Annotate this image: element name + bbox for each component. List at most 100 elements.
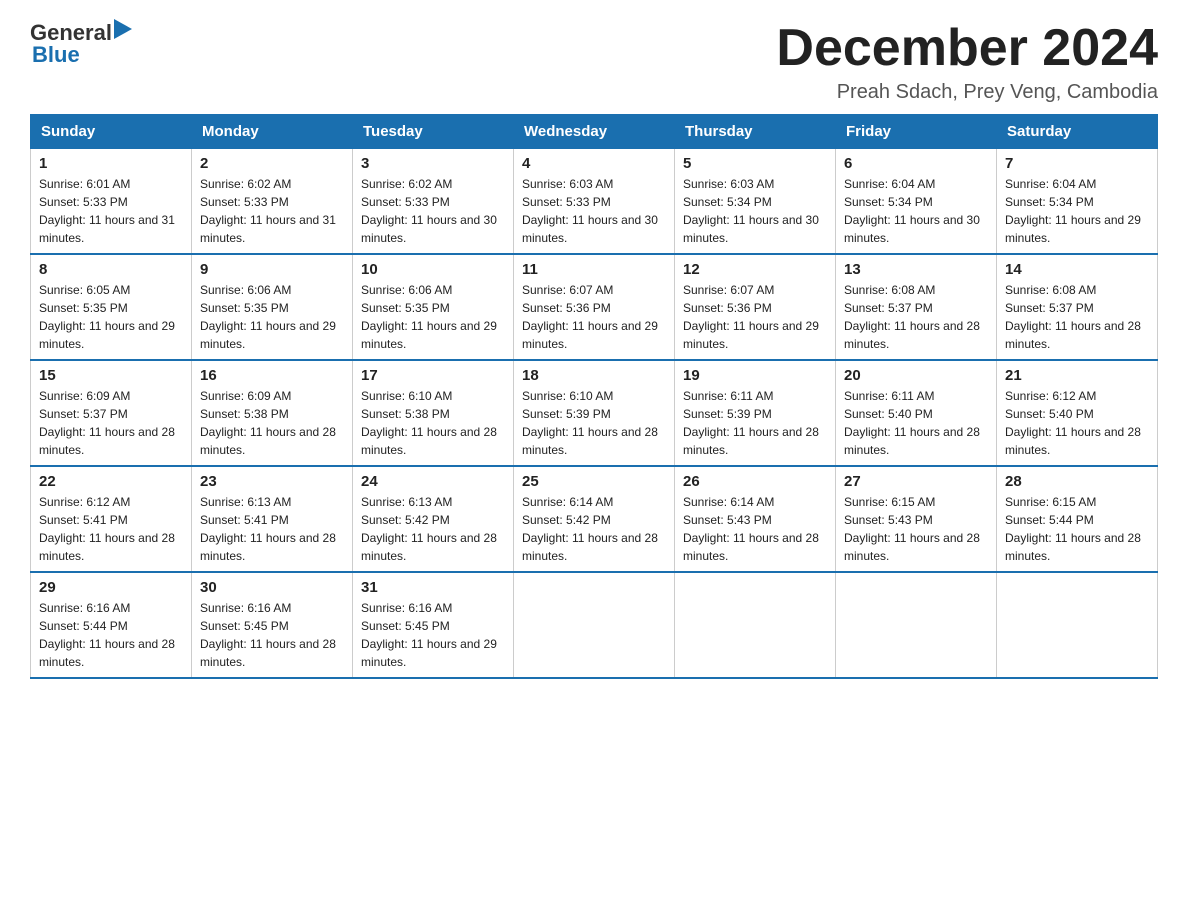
logo-icon: General Blue xyxy=(30,20,132,68)
day-number: 11 xyxy=(522,261,666,278)
day-info: Sunrise: 6:16 AMSunset: 5:45 PMDaylight:… xyxy=(361,599,505,671)
calendar-day-cell: 21 Sunrise: 6:12 AMSunset: 5:40 PMDayligh… xyxy=(997,360,1158,466)
calendar-day-cell: 26 Sunrise: 6:14 AMSunset: 5:43 PMDayligh… xyxy=(675,466,836,572)
title-block: December 2024 Preah Sdach, Prey Veng, Ca… xyxy=(776,20,1158,104)
day-number: 9 xyxy=(200,261,344,278)
day-number: 21 xyxy=(1005,367,1149,384)
day-number: 30 xyxy=(200,579,344,596)
day-number: 17 xyxy=(361,367,505,384)
calendar-day-cell: 10 Sunrise: 6:06 AMSunset: 5:35 PMDayligh… xyxy=(353,254,514,360)
day-number: 3 xyxy=(361,155,505,172)
day-info: Sunrise: 6:12 AMSunset: 5:40 PMDaylight:… xyxy=(1005,387,1149,459)
calendar-header-row: SundayMondayTuesdayWednesdayThursdayFrid… xyxy=(31,115,1158,149)
day-number: 2 xyxy=(200,155,344,172)
day-number: 10 xyxy=(361,261,505,278)
day-number: 14 xyxy=(1005,261,1149,278)
calendar-day-cell: 14 Sunrise: 6:08 AMSunset: 5:37 PMDayligh… xyxy=(997,254,1158,360)
day-number: 25 xyxy=(522,473,666,490)
calendar-empty-cell xyxy=(514,572,675,678)
day-number: 31 xyxy=(361,579,505,596)
calendar-day-cell: 22 Sunrise: 6:12 AMSunset: 5:41 PMDayligh… xyxy=(31,466,192,572)
calendar-day-cell: 15 Sunrise: 6:09 AMSunset: 5:37 PMDayligh… xyxy=(31,360,192,466)
logo: General Blue xyxy=(30,20,136,68)
day-number: 7 xyxy=(1005,155,1149,172)
day-info: Sunrise: 6:15 AMSunset: 5:44 PMDaylight:… xyxy=(1005,493,1149,565)
day-number: 18 xyxy=(522,367,666,384)
day-number: 12 xyxy=(683,261,827,278)
day-info: Sunrise: 6:15 AMSunset: 5:43 PMDaylight:… xyxy=(844,493,988,565)
day-info: Sunrise: 6:11 AMSunset: 5:39 PMDaylight:… xyxy=(683,387,827,459)
calendar-day-cell: 28 Sunrise: 6:15 AMSunset: 5:44 PMDayligh… xyxy=(997,466,1158,572)
day-info: Sunrise: 6:08 AMSunset: 5:37 PMDaylight:… xyxy=(1005,281,1149,353)
day-number: 19 xyxy=(683,367,827,384)
header-monday: Monday xyxy=(192,115,353,149)
day-number: 5 xyxy=(683,155,827,172)
day-number: 13 xyxy=(844,261,988,278)
calendar-day-cell: 9 Sunrise: 6:06 AMSunset: 5:35 PMDaylight… xyxy=(192,254,353,360)
day-info: Sunrise: 6:04 AMSunset: 5:34 PMDaylight:… xyxy=(844,175,988,247)
calendar-empty-cell xyxy=(997,572,1158,678)
day-number: 27 xyxy=(844,473,988,490)
day-number: 28 xyxy=(1005,473,1149,490)
day-info: Sunrise: 6:09 AMSunset: 5:37 PMDaylight:… xyxy=(39,387,183,459)
calendar-week-row: 8Sunrise: 6:05 AMSunset: 5:35 PMDaylight… xyxy=(31,254,1158,360)
day-info: Sunrise: 6:10 AMSunset: 5:39 PMDaylight:… xyxy=(522,387,666,459)
calendar-day-cell: 3 Sunrise: 6:02 AMSunset: 5:33 PMDaylight… xyxy=(353,149,514,255)
calendar-day-cell: 16Sunrise: 6:09 AMSunset: 5:38 PMDayligh… xyxy=(192,360,353,466)
day-number: 29 xyxy=(39,579,183,596)
day-info: Sunrise: 6:09 AMSunset: 5:38 PMDaylight:… xyxy=(200,387,344,459)
day-info: Sunrise: 6:01 AMSunset: 5:33 PMDaylight:… xyxy=(39,175,183,247)
calendar-day-cell: 23Sunrise: 6:13 AMSunset: 5:41 PMDayligh… xyxy=(192,466,353,572)
calendar-day-cell: 17 Sunrise: 6:10 AMSunset: 5:38 PMDayligh… xyxy=(353,360,514,466)
month-title: December 2024 xyxy=(776,20,1158,77)
day-info: Sunrise: 6:02 AMSunset: 5:33 PMDaylight:… xyxy=(361,175,505,247)
calendar-day-cell: 1 Sunrise: 6:01 AMSunset: 5:33 PMDaylight… xyxy=(31,149,192,255)
day-info: Sunrise: 6:14 AMSunset: 5:42 PMDaylight:… xyxy=(522,493,666,565)
day-info: Sunrise: 6:06 AMSunset: 5:35 PMDaylight:… xyxy=(361,281,505,353)
day-number: 1 xyxy=(39,155,183,172)
day-info: Sunrise: 6:16 AMSunset: 5:44 PMDaylight:… xyxy=(39,599,183,671)
header-friday: Friday xyxy=(836,115,997,149)
day-number: 24 xyxy=(361,473,505,490)
calendar-week-row: 29 Sunrise: 6:16 AMSunset: 5:44 PMDayligh… xyxy=(31,572,1158,678)
day-number: 22 xyxy=(39,473,183,490)
day-number: 26 xyxy=(683,473,827,490)
header-sunday: Sunday xyxy=(31,115,192,149)
day-info: Sunrise: 6:03 AMSunset: 5:33 PMDaylight:… xyxy=(522,175,666,247)
day-number: 15 xyxy=(39,367,183,384)
day-info: Sunrise: 6:10 AMSunset: 5:38 PMDaylight:… xyxy=(361,387,505,459)
calendar-day-cell: 25 Sunrise: 6:14 AMSunset: 5:42 PMDayligh… xyxy=(514,466,675,572)
header-thursday: Thursday xyxy=(675,115,836,149)
calendar-day-cell: 20Sunrise: 6:11 AMSunset: 5:40 PMDayligh… xyxy=(836,360,997,466)
calendar-day-cell: 13 Sunrise: 6:08 AMSunset: 5:37 PMDayligh… xyxy=(836,254,997,360)
day-info: Sunrise: 6:07 AMSunset: 5:36 PMDaylight:… xyxy=(683,281,827,353)
logo-arrow-icon xyxy=(114,19,132,39)
calendar-day-cell: 24 Sunrise: 6:13 AMSunset: 5:42 PMDayligh… xyxy=(353,466,514,572)
day-number: 8 xyxy=(39,261,183,278)
day-info: Sunrise: 6:13 AMSunset: 5:42 PMDaylight:… xyxy=(361,493,505,565)
header-wednesday: Wednesday xyxy=(514,115,675,149)
calendar-day-cell: 6 Sunrise: 6:04 AMSunset: 5:34 PMDaylight… xyxy=(836,149,997,255)
calendar-day-cell: 29 Sunrise: 6:16 AMSunset: 5:44 PMDayligh… xyxy=(31,572,192,678)
day-info: Sunrise: 6:16 AMSunset: 5:45 PMDaylight:… xyxy=(200,599,344,671)
calendar-week-row: 22 Sunrise: 6:12 AMSunset: 5:41 PMDayligh… xyxy=(31,466,1158,572)
day-info: Sunrise: 6:06 AMSunset: 5:35 PMDaylight:… xyxy=(200,281,344,353)
day-number: 6 xyxy=(844,155,988,172)
calendar-day-cell: 7Sunrise: 6:04 AMSunset: 5:34 PMDaylight… xyxy=(997,149,1158,255)
calendar-day-cell: 2Sunrise: 6:02 AMSunset: 5:33 PMDaylight… xyxy=(192,149,353,255)
calendar-day-cell: 30 Sunrise: 6:16 AMSunset: 5:45 PMDayligh… xyxy=(192,572,353,678)
calendar-week-row: 15 Sunrise: 6:09 AMSunset: 5:37 PMDayligh… xyxy=(31,360,1158,466)
calendar-day-cell: 5Sunrise: 6:03 AMSunset: 5:34 PMDaylight… xyxy=(675,149,836,255)
header-saturday: Saturday xyxy=(997,115,1158,149)
calendar-day-cell: 18 Sunrise: 6:10 AMSunset: 5:39 PMDayligh… xyxy=(514,360,675,466)
day-info: Sunrise: 6:12 AMSunset: 5:41 PMDaylight:… xyxy=(39,493,183,565)
calendar-empty-cell xyxy=(836,572,997,678)
day-number: 23 xyxy=(200,473,344,490)
calendar-empty-cell xyxy=(675,572,836,678)
location-text: Preah Sdach, Prey Veng, Cambodia xyxy=(776,81,1158,104)
day-info: Sunrise: 6:08 AMSunset: 5:37 PMDaylight:… xyxy=(844,281,988,353)
day-info: Sunrise: 6:14 AMSunset: 5:43 PMDaylight:… xyxy=(683,493,827,565)
day-info: Sunrise: 6:11 AMSunset: 5:40 PMDaylight:… xyxy=(844,387,988,459)
day-info: Sunrise: 6:07 AMSunset: 5:36 PMDaylight:… xyxy=(522,281,666,353)
calendar-week-row: 1 Sunrise: 6:01 AMSunset: 5:33 PMDaylight… xyxy=(31,149,1158,255)
